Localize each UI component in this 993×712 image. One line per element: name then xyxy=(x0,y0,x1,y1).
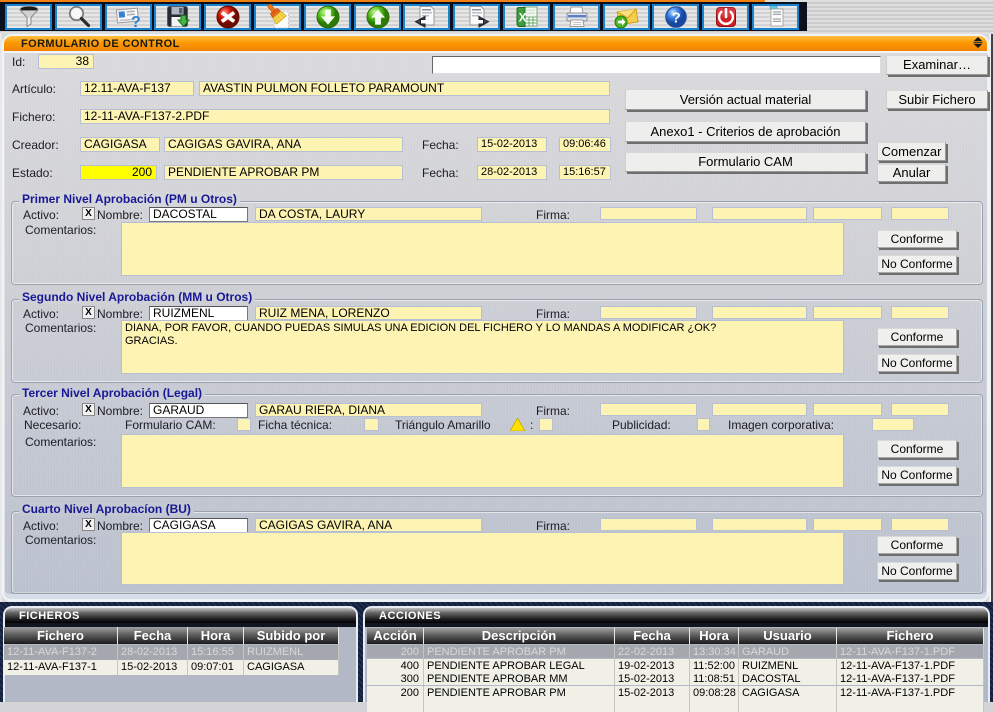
svg-text:?: ? xyxy=(131,14,141,30)
svg-text:?: ? xyxy=(671,9,680,26)
svg-text:X: X xyxy=(518,11,526,25)
